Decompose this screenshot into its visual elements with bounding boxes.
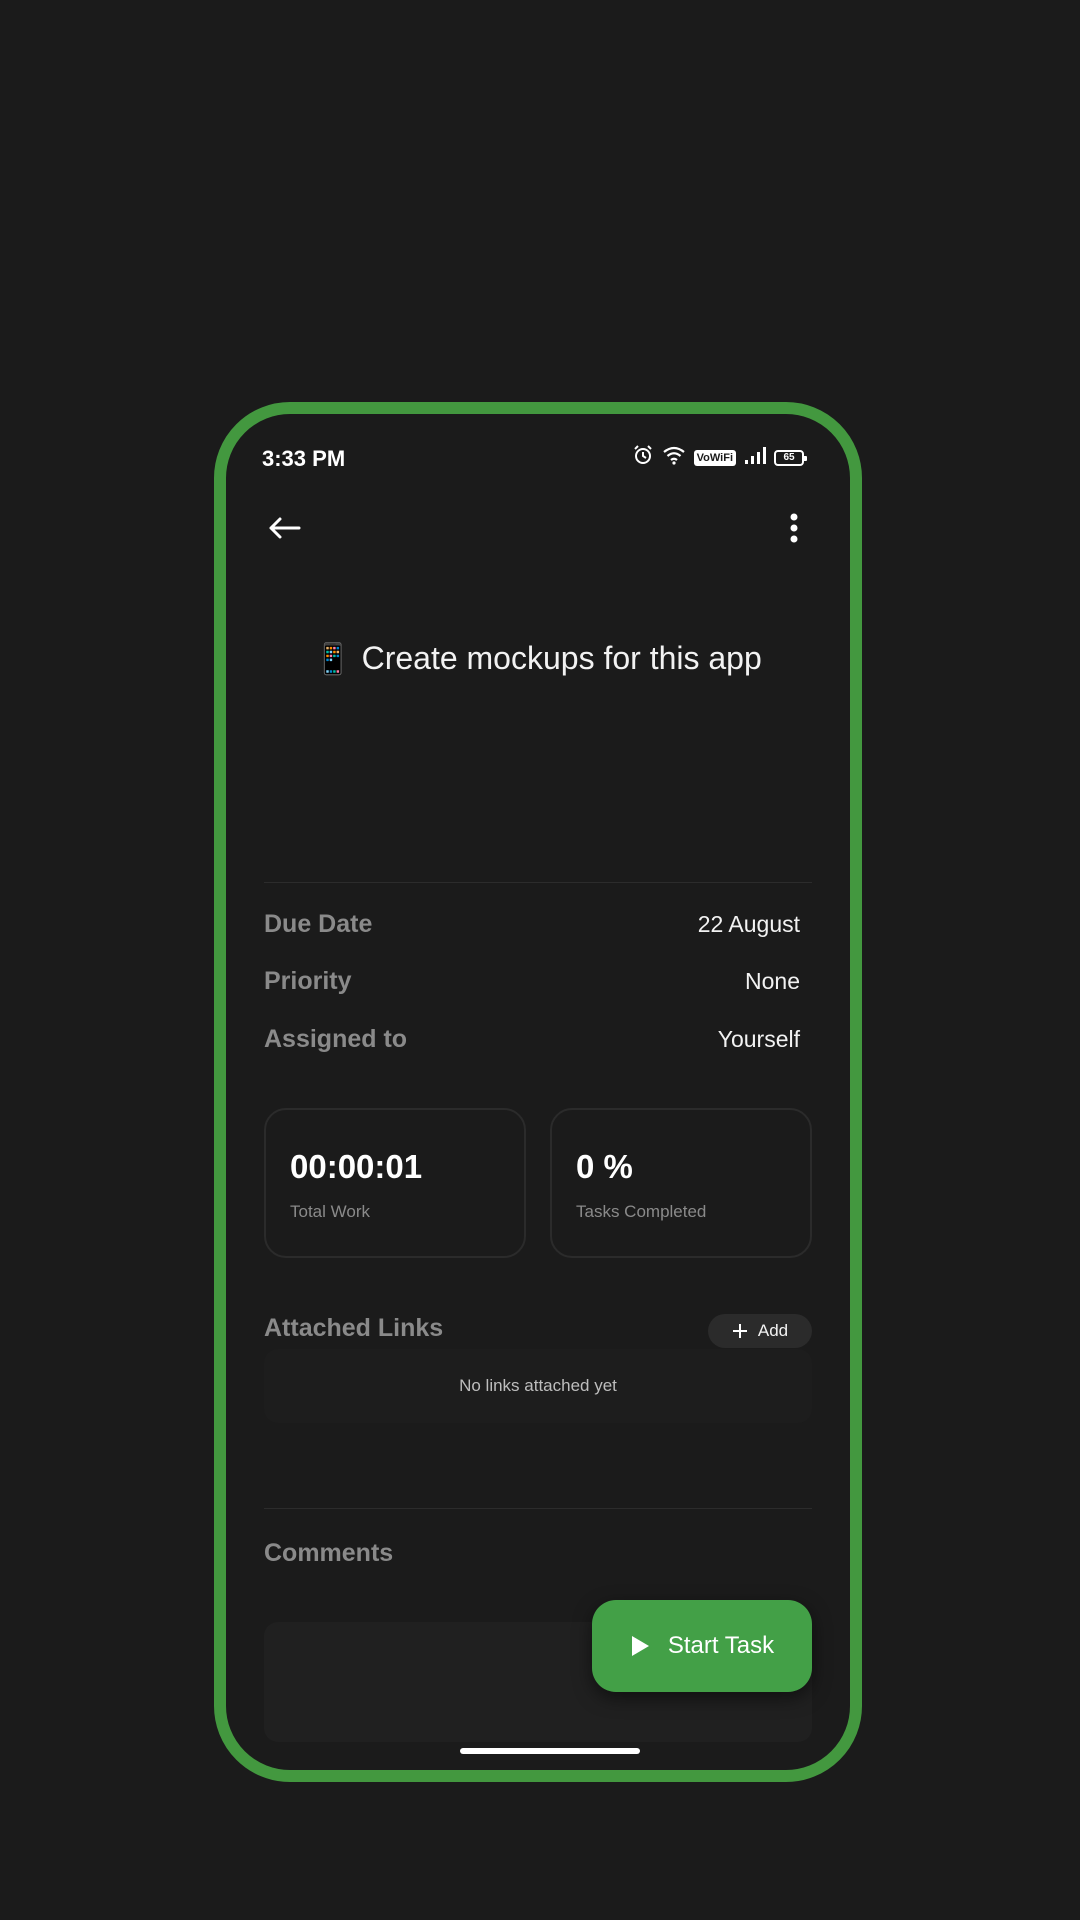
- divider: [264, 882, 812, 883]
- comments-title: Comments: [264, 1539, 394, 1567]
- plus-icon: [732, 1324, 747, 1338]
- due-date-label: Due Date: [264, 910, 373, 938]
- status-icons: VoWiFi 65: [632, 444, 807, 471]
- add-link-button[interactable]: Add: [708, 1314, 812, 1348]
- tasks-completed-label: Tasks Completed: [576, 1202, 707, 1221]
- vowifi-badge: VoWiFi: [693, 449, 736, 466]
- wifi-icon: [662, 445, 686, 470]
- priority-value: None: [745, 968, 800, 994]
- back-button[interactable]: [260, 504, 308, 552]
- priority-label: Priority: [264, 967, 352, 995]
- total-work-label: Total Work: [290, 1202, 370, 1221]
- battery-icon: 65: [774, 449, 807, 466]
- task-emoji: 📱: [314, 643, 352, 676]
- start-task-label: Start Task: [667, 1632, 775, 1659]
- due-date-row[interactable]: Due Date 22 August: [264, 910, 800, 939]
- total-work-value: 00:00:01: [290, 1148, 423, 1185]
- tasks-completed-card: 0 % Tasks Completed: [550, 1108, 812, 1258]
- phone-frame: 3:33 PM VoWiFi 65 📱 Create mockups for th…: [214, 402, 862, 1782]
- links-empty-state: No links attached yet: [264, 1349, 812, 1423]
- due-date-value: 22 August: [697, 911, 800, 937]
- play-icon: [631, 1636, 649, 1656]
- more-vert-icon: [790, 513, 798, 543]
- signal-icon: [744, 446, 766, 469]
- arrow-left-icon: [269, 517, 301, 539]
- tasks-completed-value: 0 %: [576, 1148, 633, 1185]
- task-title-text: Create mockups for this app: [361, 640, 762, 676]
- alarm-icon: [632, 444, 654, 471]
- more-options-button[interactable]: [770, 504, 818, 552]
- divider: [264, 1508, 812, 1509]
- assigned-row[interactable]: Assigned to Yourself: [264, 1025, 800, 1054]
- screen: 3:33 PM VoWiFi 65 📱 Create mockups for th…: [226, 414, 850, 1770]
- assigned-label: Assigned to: [264, 1025, 408, 1053]
- total-work-card: 00:00:01 Total Work: [264, 1108, 526, 1258]
- task-title[interactable]: 📱 Create mockups for this app: [226, 640, 850, 677]
- priority-row[interactable]: Priority None: [264, 967, 800, 996]
- assigned-value: Yourself: [717, 1026, 800, 1052]
- status-time: 3:33 PM: [262, 446, 346, 471]
- attached-links-title: Attached Links: [264, 1314, 444, 1342]
- start-task-button[interactable]: Start Task: [592, 1600, 812, 1692]
- home-indicator[interactable]: [460, 1748, 640, 1754]
- add-link-label: Add: [757, 1321, 789, 1340]
